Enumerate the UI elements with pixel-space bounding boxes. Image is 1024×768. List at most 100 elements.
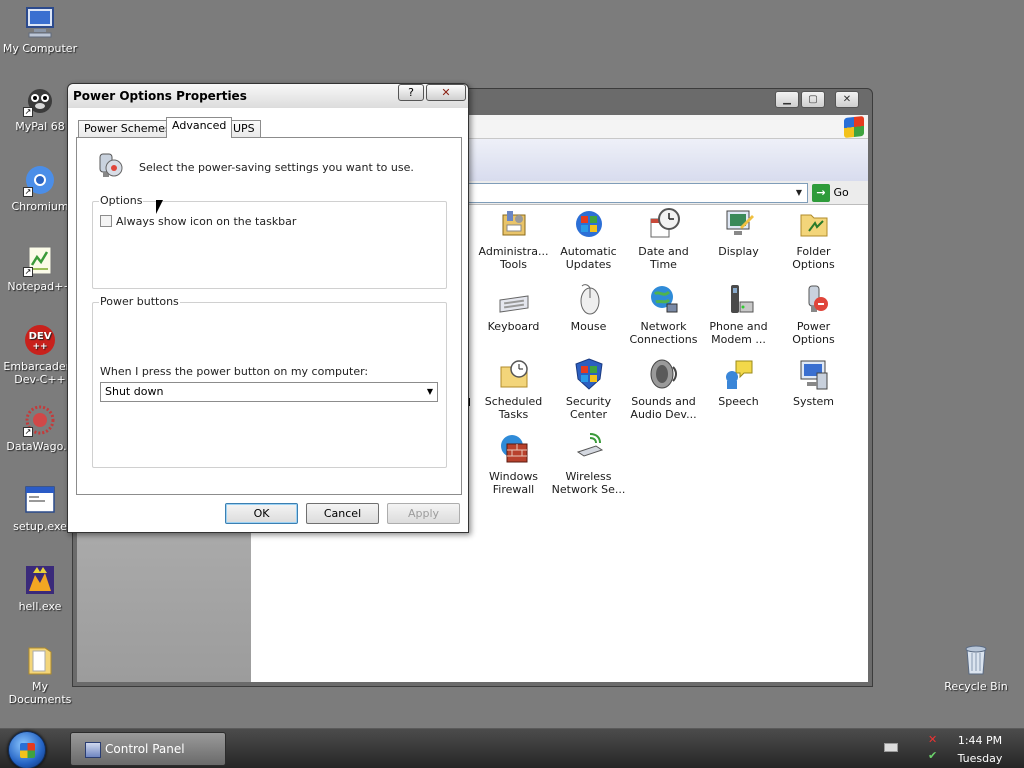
cp-item-wireless-network[interactable]: Wireless Network Se... (551, 432, 626, 496)
cp-item-power-options[interactable]: Power Options (776, 282, 851, 346)
close-button[interactable]: ✕ (426, 84, 466, 101)
go-button[interactable]: → Go (812, 183, 864, 203)
power-options-dialog[interactable]: Power Options Properties ? ✕ Power Schem… (67, 83, 469, 533)
cp-item-label: Date and Time (638, 245, 689, 271)
options-group: Options Always show icon on the taskbar (92, 194, 447, 289)
go-label: Go (833, 186, 849, 199)
keyboard-icon (497, 282, 531, 316)
hell-exe-icon (23, 563, 57, 597)
cp-item-mouse[interactable]: Mouse (551, 282, 626, 333)
notepad-icon: ↗ (23, 243, 57, 277)
cp-item-label: Speech (718, 395, 759, 408)
date-time-icon (647, 207, 681, 241)
cp-item-label: Network Connections (629, 320, 698, 346)
mouse-icon (572, 282, 606, 316)
minimize-button[interactable]: ▁ (775, 91, 799, 108)
recycle-bin-icon (959, 643, 993, 677)
power-options-icon (797, 282, 831, 316)
cp-item-label: System (792, 395, 835, 408)
power-button-label: When I press the power button on my comp… (100, 365, 369, 378)
cp-item-keyboard[interactable]: Keyboard (476, 282, 551, 333)
keyboard-tray-icon[interactable] (884, 743, 898, 752)
cp-item-network-connections[interactable]: Network Connections (626, 282, 701, 346)
cp-item-display[interactable]: Display (701, 207, 776, 258)
help-button[interactable]: ? (398, 84, 424, 101)
cp-item-label: Automatic Updates (560, 245, 617, 271)
checkbox-label: Always show icon on the taskbar (116, 215, 297, 228)
desktop-icon-label: hell.exe (18, 600, 62, 613)
desktop-icon-label: My Computer (2, 42, 78, 55)
ok-button[interactable]: OK (225, 503, 298, 524)
windows-flag-icon (844, 115, 864, 139)
taskbar-item-control-panel[interactable]: Control Panel (70, 732, 226, 766)
cp-item-label: Security Center (565, 395, 612, 421)
tab-power-schemes[interactable]: Power Schemes (78, 120, 177, 138)
safely-remove-icon[interactable]: ✔ (928, 750, 940, 762)
cp-item-phone-modem[interactable]: Phone and Modem ... (701, 282, 776, 346)
exe-icon (23, 483, 57, 517)
cp-item-label: Wireless Network Se... (551, 470, 626, 496)
sounds-icon (647, 357, 681, 391)
close-button[interactable]: ✕ (835, 91, 859, 108)
intro-text: Select the power-saving settings you wan… (139, 161, 414, 174)
power-button-action-select[interactable]: Shut down ▼ (100, 382, 438, 402)
cp-item-folder-options[interactable]: Folder Options (776, 207, 851, 271)
cp-item-security-center[interactable]: Security Center (551, 357, 626, 421)
dialog-title: Power Options Properties (73, 89, 247, 103)
show-icon-checkbox-row[interactable]: Always show icon on the taskbar (100, 215, 296, 228)
cp-item-label: Display (718, 245, 759, 258)
cp-item-sounds-audio[interactable]: Sounds and Audio Dev... (626, 357, 701, 421)
cp-item-label: Scheduled Tasks (484, 395, 543, 421)
power-options-icon (92, 148, 126, 182)
cp-item-administrative-tools[interactable]: Administra... Tools (476, 207, 551, 271)
cp-item-label: Phone and Modem ... (709, 320, 768, 346)
show-icon-checkbox[interactable] (100, 215, 112, 227)
dialog-titlebar[interactable]: Power Options Properties ? ✕ (68, 84, 468, 108)
cp-item-system[interactable]: System (776, 357, 851, 408)
maximize-button[interactable]: ▢ (801, 91, 825, 108)
chevron-down-icon[interactable]: ▼ (791, 184, 807, 202)
cp-item-automatic-updates[interactable]: Automatic Updates (551, 207, 626, 271)
shortcut-arrow-icon: ↗ (23, 267, 33, 277)
cp-item-date-time[interactable]: Date and Time (626, 207, 701, 271)
windows-flag-icon (20, 743, 35, 758)
devcpp-icon: DEV ++ (23, 323, 57, 357)
network-status-icon[interactable]: ✕ (928, 734, 940, 746)
desktop-icon-label: Recycle Bin (944, 680, 1008, 693)
power-buttons-group: Power buttons When I press the power but… (92, 295, 447, 468)
computer-icon (23, 5, 57, 39)
tab-advanced[interactable]: Advanced (166, 117, 233, 138)
cp-item-label: Sounds and Audio Dev... (630, 395, 697, 421)
desktop-icon-recycle-bin[interactable]: Recycle Bin (936, 643, 1016, 693)
cp-item-label: Keyboard (487, 320, 540, 333)
svg-text:++: ++ (32, 342, 47, 352)
desktop-icon-hell-exe[interactable]: hell.exe (0, 563, 80, 613)
clock-day[interactable]: Tuesday (945, 751, 1015, 767)
cp-item-speech[interactable]: Speech (701, 357, 776, 408)
apply-button[interactable]: Apply (387, 503, 460, 524)
options-group-label: Options (99, 194, 144, 207)
clock-time[interactable]: 1:44 PM (945, 733, 1015, 749)
go-arrow-icon: → (812, 184, 830, 202)
shortcut-arrow-icon: ↗ (23, 107, 33, 117)
security-center-icon (572, 357, 606, 391)
taskbar: Control Panel ✕ ✔ 1:44 PM Tuesday (0, 728, 1024, 768)
display-icon (722, 207, 756, 241)
cp-item-label: Power Options (792, 320, 835, 346)
power-buttons-group-label: Power buttons (99, 295, 180, 308)
firewall-icon (497, 432, 531, 466)
cancel-button[interactable]: Cancel (306, 503, 379, 524)
network-icon (647, 282, 681, 316)
start-button[interactable] (8, 731, 46, 768)
automatic-updates-icon (572, 207, 606, 241)
browser-icon: ↗ (23, 83, 57, 117)
desktop-icon-my-computer[interactable]: My Computer (0, 5, 80, 55)
power-button-action-value: Shut down (105, 385, 164, 398)
cp-item-scheduled-tasks[interactable]: Scheduled Tasks (476, 357, 551, 421)
cp-item-windows-firewall[interactable]: Windows Firewall (476, 432, 551, 496)
phone-modem-icon (722, 282, 756, 316)
cp-item-label: Windows Firewall (488, 470, 539, 496)
desktop-icon-my-documents[interactable]: My Documents (0, 643, 80, 706)
chevron-down-icon[interactable]: ▼ (427, 383, 433, 401)
taskbar-item-label: Control Panel (105, 742, 185, 756)
